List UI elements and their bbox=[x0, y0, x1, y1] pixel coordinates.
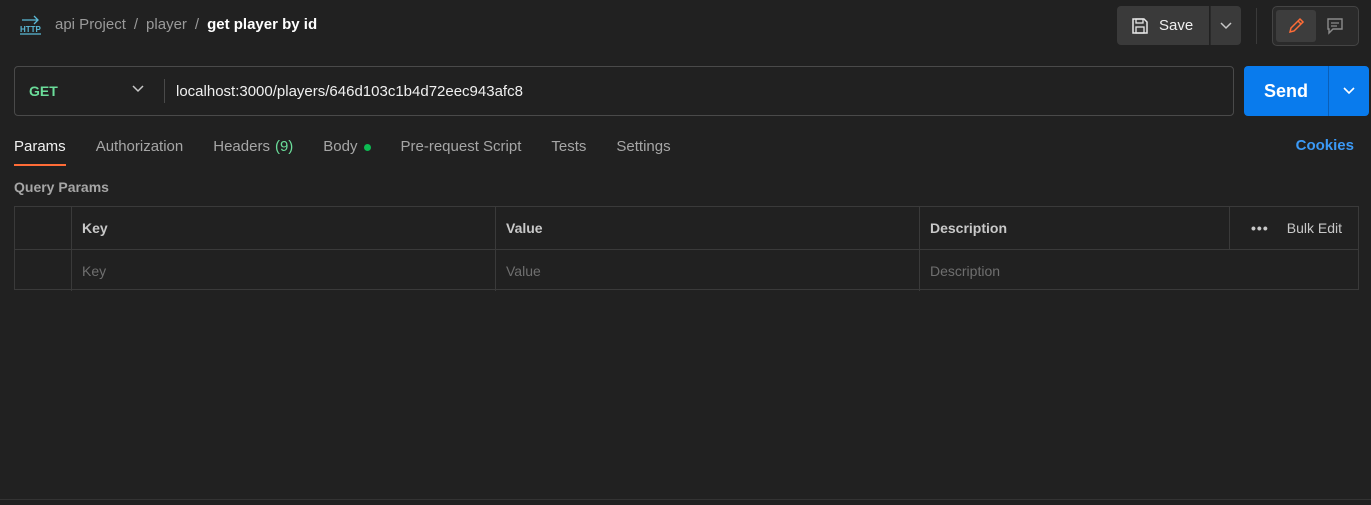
description-cell[interactable]: Description bbox=[920, 250, 1358, 291]
save-options-button[interactable] bbox=[1210, 6, 1241, 45]
value-header-label: Value bbox=[506, 220, 543, 236]
tab-headers[interactable]: Headers (9) bbox=[213, 134, 293, 166]
panel-divider bbox=[0, 499, 1371, 500]
chevron-down-icon bbox=[132, 85, 144, 93]
save-group: Save bbox=[1117, 6, 1241, 45]
toolbar-divider bbox=[1256, 8, 1257, 44]
checkbox-column-header bbox=[15, 207, 72, 249]
request-tabs: Params Authorization Headers (9) Body Pr… bbox=[14, 134, 701, 166]
breadcrumb-separator: / bbox=[194, 16, 200, 33]
save-button[interactable]: Save bbox=[1117, 6, 1209, 45]
bulk-edit-button[interactable]: Bulk Edit bbox=[1287, 220, 1342, 236]
headers-count: (9) bbox=[274, 138, 294, 155]
method-label: GET bbox=[29, 83, 58, 99]
save-icon bbox=[1132, 17, 1148, 34]
breadcrumb: api Project / player / get player by id bbox=[55, 16, 317, 33]
request-header: HTTP api Project / player / get player b… bbox=[0, 0, 1371, 54]
query-params-title: Query Params bbox=[14, 179, 109, 195]
row-checkbox-cell bbox=[15, 250, 72, 291]
edit-mode-button[interactable] bbox=[1276, 10, 1316, 42]
tab-pre-request-script[interactable]: Pre-request Script bbox=[401, 134, 522, 166]
value-input[interactable]: Value bbox=[506, 263, 541, 279]
request-url-bar: GET bbox=[14, 66, 1234, 116]
table-header-row: Key Value Description ••• Bulk Edit bbox=[15, 207, 1358, 249]
chevron-down-icon bbox=[1220, 21, 1232, 29]
description-column-header: Description bbox=[920, 207, 1230, 249]
breadcrumb-collection[interactable]: api Project bbox=[55, 16, 126, 33]
tab-label: Params bbox=[14, 138, 66, 155]
pencil-icon bbox=[1288, 17, 1304, 34]
tab-label: Authorization bbox=[95, 138, 184, 155]
svg-text:HTTP: HTTP bbox=[20, 25, 42, 34]
query-params-table: Key Value Description ••• Bulk Edit Key … bbox=[14, 206, 1359, 291]
table-row: Key Value Description bbox=[15, 249, 1358, 291]
more-options-icon[interactable]: ••• bbox=[1251, 220, 1269, 236]
tab-tests[interactable]: Tests bbox=[551, 134, 586, 166]
method-select[interactable]: GET bbox=[15, 67, 164, 115]
view-mode-toggle bbox=[1272, 6, 1359, 46]
comment-icon bbox=[1327, 18, 1343, 35]
table-actions: ••• Bulk Edit bbox=[1230, 207, 1358, 249]
send-options-button[interactable] bbox=[1328, 66, 1369, 116]
description-input[interactable]: Description bbox=[930, 263, 1000, 279]
tab-label: Headers bbox=[213, 138, 270, 155]
comments-button[interactable] bbox=[1316, 10, 1356, 42]
tab-label: Body bbox=[323, 138, 358, 155]
send-button[interactable]: Send bbox=[1244, 66, 1328, 116]
body-indicator-dot bbox=[363, 144, 371, 151]
value-column-header: Value bbox=[496, 207, 920, 249]
key-header-label: Key bbox=[82, 220, 108, 236]
tab-authorization[interactable]: Authorization bbox=[96, 134, 184, 166]
key-cell[interactable]: Key bbox=[72, 250, 496, 291]
tab-body[interactable]: Body bbox=[323, 134, 371, 166]
method-divider bbox=[164, 79, 165, 103]
tab-label: Tests bbox=[551, 138, 587, 155]
url-input[interactable] bbox=[176, 82, 1176, 100]
chevron-down-icon bbox=[1343, 87, 1355, 95]
breadcrumb-folder[interactable]: player bbox=[146, 16, 187, 33]
breadcrumb-request-name[interactable]: get player by id bbox=[207, 16, 317, 33]
tab-label: Pre-request Script bbox=[400, 138, 522, 155]
value-cell[interactable]: Value bbox=[496, 250, 920, 291]
http-icon: HTTP bbox=[20, 15, 42, 35]
key-column-header: Key bbox=[72, 207, 496, 249]
description-header-label: Description bbox=[930, 220, 1008, 236]
tab-settings[interactable]: Settings bbox=[616, 134, 670, 166]
key-input[interactable]: Key bbox=[82, 263, 106, 279]
cookies-link[interactable]: Cookies bbox=[1296, 137, 1354, 154]
tab-label: Settings bbox=[616, 138, 671, 155]
tab-params[interactable]: Params bbox=[14, 134, 66, 166]
breadcrumb-separator: / bbox=[133, 16, 139, 33]
save-label: Save bbox=[1159, 17, 1194, 34]
send-group: Send bbox=[1244, 66, 1369, 116]
